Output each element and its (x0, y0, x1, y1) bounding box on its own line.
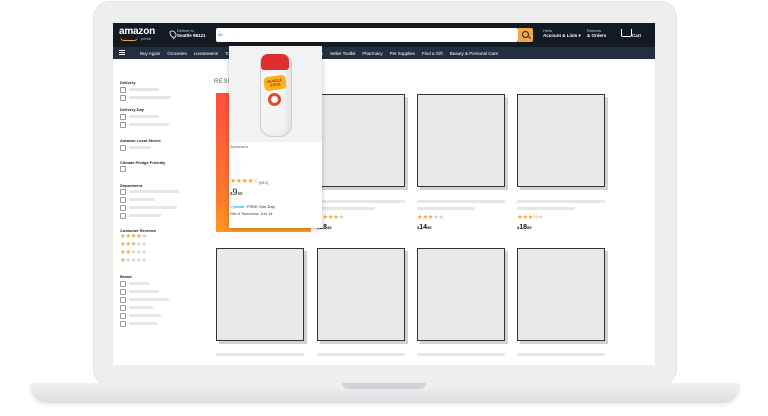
title-placeholder (517, 207, 575, 210)
nav-link-groceries[interactable]: Groceries (167, 51, 187, 56)
product-price: $1899 (517, 224, 532, 231)
nav-link-livestreams[interactable]: Livestreams (194, 51, 218, 56)
featured-rating-stars[interactable]: ★★★★☆ (230, 178, 259, 185)
orders-label[interactable]: & Orders (587, 33, 606, 38)
filter-heading-department: Department (120, 183, 143, 188)
nav-link-find-a-gift[interactable]: Find a Gift (422, 51, 443, 56)
filter-checkbox[interactable] (120, 297, 126, 303)
filter-checkbox[interactable] (120, 197, 126, 203)
filter-heading-delivery: Delivery (120, 80, 136, 85)
product-rating-stars: ★★★½★ (517, 214, 544, 221)
featured-price: $999 (230, 187, 243, 197)
filter-label-placeholder (129, 322, 157, 325)
nav-link-seller-toolkit[interactable]: Seller Toolkit (330, 51, 355, 56)
nav-link-pharmacy[interactable]: Pharmacy (362, 51, 382, 56)
title-placeholder (517, 200, 605, 203)
filter-checkbox[interactable] (120, 189, 126, 195)
product-card-image[interactable] (517, 94, 605, 187)
rating-filter-3-up[interactable]: ★★★★★ (120, 241, 147, 248)
filter-checkbox[interactable] (120, 321, 126, 327)
deliver-location[interactable]: Seattle 98121 (177, 33, 206, 38)
filter-label-placeholder (129, 290, 159, 293)
product-price: $1499 (417, 224, 432, 231)
title-placeholder (417, 353, 505, 356)
filter-label-placeholder (129, 282, 149, 285)
filter-checkbox[interactable] (120, 313, 126, 319)
filter-label-placeholder (129, 214, 161, 217)
filter-checkbox[interactable] (120, 122, 126, 128)
filter-label-placeholder (129, 314, 161, 317)
filter-label-placeholder (129, 298, 169, 301)
sponsored-label[interactable]: Sponsored ● (230, 145, 248, 149)
filter-label-placeholder (129, 190, 179, 193)
laptop-notch (342, 383, 426, 389)
rating-filter-1-up[interactable]: ★★★★★ (120, 257, 147, 264)
nav-link-buy-again[interactable]: Buy Again (140, 51, 160, 56)
title-placeholder (317, 207, 375, 210)
product-card-image[interactable] (216, 248, 304, 341)
filter-checkbox[interactable] (120, 213, 126, 219)
prime-badge: ✓prime (230, 204, 245, 209)
rating-filter-4-up[interactable]: ★★★★★ (120, 233, 147, 240)
rating-filter-2-up[interactable]: ★★★★★ (120, 249, 147, 256)
filter-checkbox[interactable] (120, 205, 126, 211)
title-placeholder (317, 200, 405, 203)
filter-checkbox[interactable] (120, 281, 126, 287)
title-placeholder (216, 353, 304, 356)
filter-label-placeholder (129, 96, 171, 99)
filter-checkbox[interactable] (120, 305, 126, 311)
delivery-date: Get It Tomorrow, Jun 14 (230, 211, 273, 216)
cart-label[interactable]: Cart (632, 33, 641, 38)
logo-smile-icon (120, 37, 138, 41)
product-card-image[interactable] (317, 94, 405, 187)
hamburger-menu-icon[interactable] (119, 50, 125, 51)
title-placeholder (317, 353, 405, 356)
filter-label-placeholder (129, 198, 155, 201)
filter-label-placeholder (129, 306, 153, 309)
filter-label-placeholder (129, 206, 177, 209)
cart-icon[interactable] (621, 29, 632, 37)
title-placeholder (417, 200, 505, 203)
nav-link-beauty[interactable]: Beauty & Personal Care (450, 51, 498, 56)
bottle-seal-inner (271, 96, 278, 103)
logo-prime-text: prime (141, 36, 152, 41)
product-card-image[interactable] (417, 94, 505, 187)
search-category[interactable]: All (218, 29, 222, 41)
filter-heading-brand: Brand (120, 274, 132, 279)
product-card-image[interactable] (417, 248, 505, 341)
bottle-cap (261, 54, 289, 70)
title-placeholder (417, 207, 475, 210)
filter-checkbox[interactable] (120, 289, 126, 295)
filter-checkbox[interactable] (120, 95, 126, 101)
filter-label-placeholder (129, 115, 159, 118)
filter-checkbox[interactable] (120, 166, 126, 172)
shipping-text: FREE One-Day (247, 204, 275, 209)
filter-label-placeholder (129, 88, 159, 91)
featured-rating-count[interactable]: (812) (259, 180, 268, 185)
filter-label-placeholder (129, 123, 169, 126)
product-rating-stars: ★★★★★ (417, 214, 444, 221)
product-card-image[interactable] (317, 248, 405, 341)
filter-heading-climate: Climate Pledge Friendly (120, 160, 166, 165)
filter-checkbox[interactable] (120, 145, 126, 151)
product-card-image[interactable] (517, 248, 605, 341)
browser-screen: amazon prime Deliver to Seattle 98121 Al… (113, 23, 655, 365)
search-input[interactable] (216, 28, 518, 42)
filter-heading-delivery-day: Delivery Day (120, 107, 145, 112)
filter-heading-local-stores: Amazon Local Stores (120, 138, 161, 143)
nav-link-pet-supplies[interactable]: Pet Supplies (390, 51, 415, 56)
filter-label-placeholder (129, 146, 151, 149)
title-placeholder (517, 353, 605, 356)
filter-checkbox[interactable] (120, 114, 126, 120)
account-lists-menu[interactable]: Account & Lists ▾ (543, 33, 581, 39)
filter-checkbox[interactable] (120, 87, 126, 93)
